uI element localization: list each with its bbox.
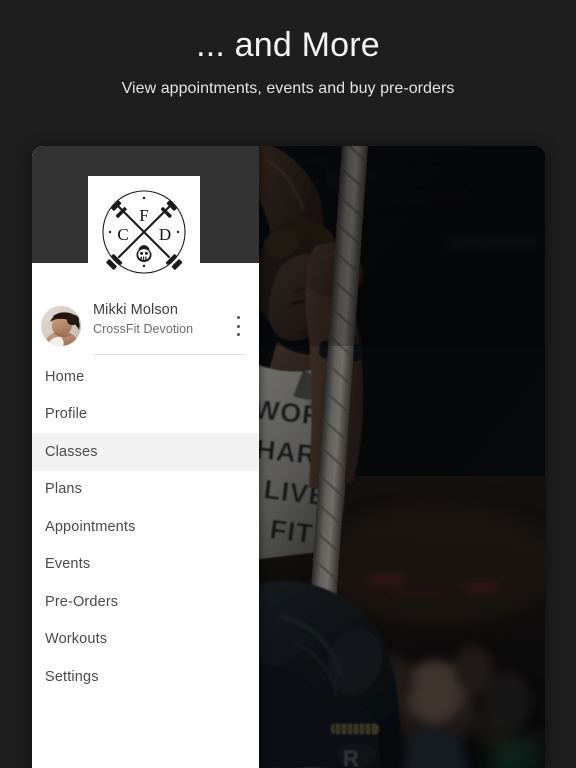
svg-text:C: C (117, 225, 128, 244)
kebab-menu-icon[interactable] (229, 316, 247, 336)
svg-text:F: F (139, 206, 148, 225)
nav-item-events[interactable]: Events (32, 546, 259, 584)
app-preview-card: WORK HARD LIVE FIT R F C D Mikki Molson … (32, 146, 545, 768)
nav-item-label: Plans (45, 481, 83, 498)
nav-item-plans[interactable]: Plans (32, 471, 259, 509)
gym-rope-climb-photo: WORK HARD LIVE FIT R (259, 146, 545, 768)
account-text: Mikki Molson CrossFit Devotion (93, 302, 193, 336)
drawer-nav-list: Home Profile Classes Plans Appointments … (32, 358, 259, 696)
nav-item-pre-orders[interactable]: Pre-Orders (32, 583, 259, 621)
nav-item-label: Settings (45, 668, 99, 685)
user-avatar (41, 306, 81, 346)
nav-item-label: Classes (45, 443, 98, 460)
navigation-drawer: F C D Mikki Molson CrossFit Devotion Hom… (32, 146, 259, 768)
svg-text:D: D (159, 225, 171, 244)
account-organization: CrossFit Devotion (93, 322, 194, 336)
promo-title: ... and More (196, 26, 380, 64)
nav-item-label: Pre-Orders (45, 593, 119, 610)
nav-item-label: Home (45, 368, 85, 385)
nav-item-workouts[interactable]: Workouts (32, 621, 259, 659)
promo-header: ... and More View appointments, events a… (0, 0, 576, 146)
account-divider (93, 354, 245, 355)
nav-item-label: Workouts (45, 631, 108, 648)
account-row[interactable]: Mikki Molson CrossFit Devotion (32, 297, 259, 355)
nav-item-appointments[interactable]: Appointments (32, 508, 259, 546)
nav-item-home[interactable]: Home (32, 358, 259, 396)
nav-item-label: Appointments (45, 518, 136, 535)
nav-item-label: Events (45, 556, 91, 573)
promo-subtitle: View appointments, events and buy pre-or… (121, 80, 455, 98)
screen: ... and More View appointments, events a… (0, 0, 576, 768)
nav-item-classes[interactable]: Classes (32, 433, 259, 471)
nav-item-profile[interactable]: Profile (32, 396, 259, 434)
account-name: Mikki Molson (93, 302, 178, 318)
nav-item-label: Profile (45, 406, 88, 423)
crossfit-devotion-badge: F C D (88, 176, 200, 288)
nav-item-settings[interactable]: Settings (32, 658, 259, 696)
